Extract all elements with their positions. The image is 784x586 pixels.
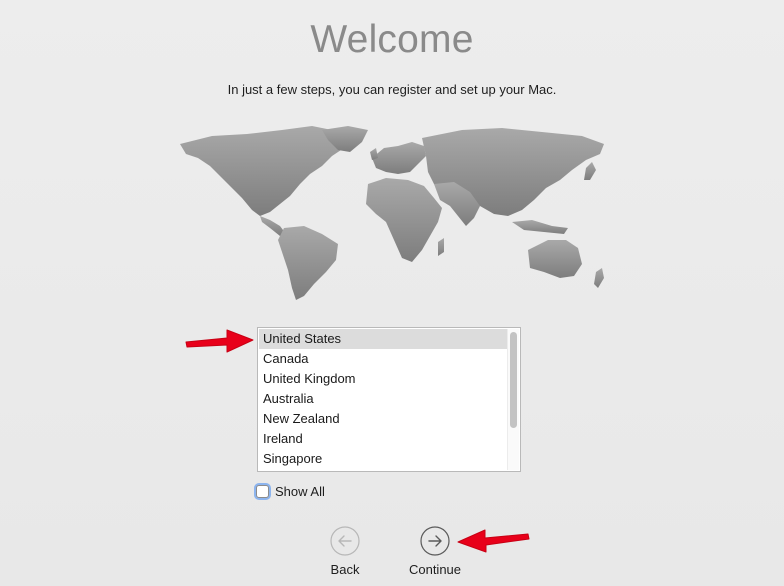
left-arrow-circle-icon <box>330 526 360 556</box>
world-map-icon <box>180 126 604 300</box>
continue-label: Continue <box>408 562 462 577</box>
list-item[interactable]: United States <box>259 329 507 349</box>
list-item[interactable]: Australia <box>259 389 507 409</box>
page-title: Welcome <box>310 18 474 61</box>
show-all-checkbox[interactable] <box>256 484 269 498</box>
back-label: Back <box>330 562 360 577</box>
annotation-arrow-icon <box>185 329 254 353</box>
back-button[interactable]: Back <box>305 526 385 582</box>
list-scrollbar[interactable] <box>507 329 519 470</box>
list-item[interactable]: Ireland <box>259 429 507 449</box>
list-item[interactable]: Singapore <box>259 449 507 469</box>
list-item[interactable]: New Zealand <box>259 409 507 429</box>
right-arrow-circle-icon <box>420 526 450 556</box>
page-subtitle: In just a few steps, you can register an… <box>227 82 557 97</box>
show-all-label: Show All <box>275 483 325 499</box>
list-item[interactable]: United Kingdom <box>259 369 507 389</box>
scrollbar-thumb[interactable] <box>510 332 517 428</box>
annotation-arrow-icon <box>457 529 530 553</box>
country-list[interactable]: United States Canada United Kingdom Aust… <box>257 327 521 472</box>
list-item[interactable]: Canada <box>259 349 507 369</box>
show-all-option[interactable]: Show All <box>256 482 325 500</box>
